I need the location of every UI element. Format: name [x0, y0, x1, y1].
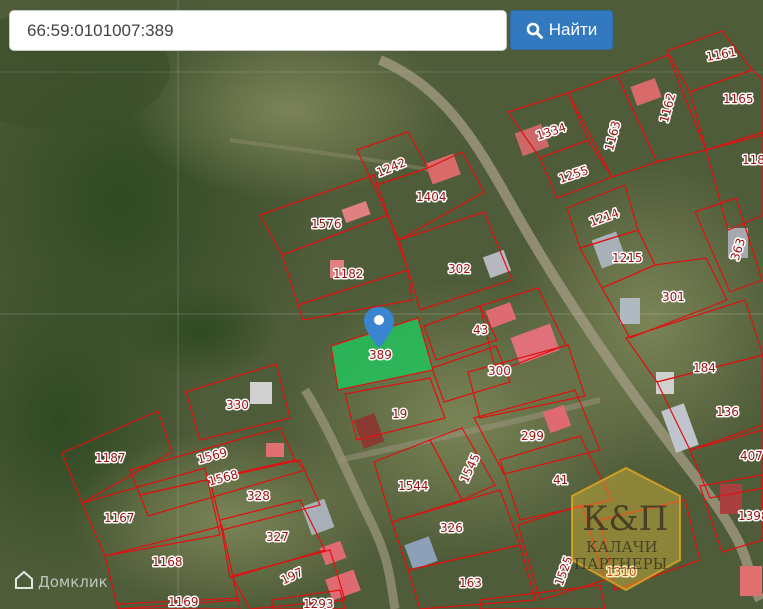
logo-monogram: К&П	[582, 499, 668, 539]
parcel-label: 118	[742, 153, 763, 167]
parcel-label: 163	[459, 576, 482, 590]
logo-line2: ПАРТНЕРЫ	[574, 555, 667, 573]
parcel-label: 136	[716, 405, 739, 419]
parcel-label: 330	[226, 398, 249, 412]
logo-line1: КАЛАЧИ	[586, 538, 658, 556]
parcel-label: 328	[247, 489, 270, 503]
parcel-label: 1398	[738, 509, 763, 523]
parcel-label: 43	[473, 323, 488, 337]
cadastral-search-input[interactable]	[10, 11, 506, 50]
parcel-label: 19	[392, 407, 407, 421]
watermark-text: Домклик	[38, 573, 108, 591]
parcel-label: 326	[440, 521, 463, 535]
parcel-label: 1215	[612, 251, 643, 265]
parcel-label: 1169	[168, 595, 199, 609]
parcel-label: 299	[521, 429, 544, 443]
find-button[interactable]: Найти	[510, 10, 613, 50]
parcel-label: 1168	[152, 555, 183, 569]
parcel-label: 1165	[723, 92, 754, 106]
parcel-label: 301	[662, 290, 685, 304]
find-button-label: Найти	[548, 20, 598, 39]
parcel-label: 1293	[303, 597, 334, 609]
parcel-label: 327	[266, 530, 289, 544]
search-box	[9, 10, 507, 51]
parcel-label: 41	[553, 473, 568, 487]
parcel-label: 300	[488, 364, 511, 378]
parcel-label: 389	[369, 348, 392, 362]
parcel-label: 1404	[416, 190, 447, 204]
parcel-label: 302	[448, 262, 471, 276]
parcel-label: 1544	[398, 479, 429, 493]
parcel-label: 1187	[95, 451, 126, 465]
parcel-label: 1167	[104, 511, 135, 525]
parcel-label: 184	[693, 361, 716, 375]
parcel-label: 1576	[311, 217, 342, 231]
parcel-label: 407	[740, 449, 763, 463]
parcel-label: 1182	[333, 267, 364, 281]
satellite-map[interactable]: 1161 1165 1162 1334 1163 118 1242 1404 1…	[0, 0, 763, 609]
search-icon	[526, 22, 543, 39]
